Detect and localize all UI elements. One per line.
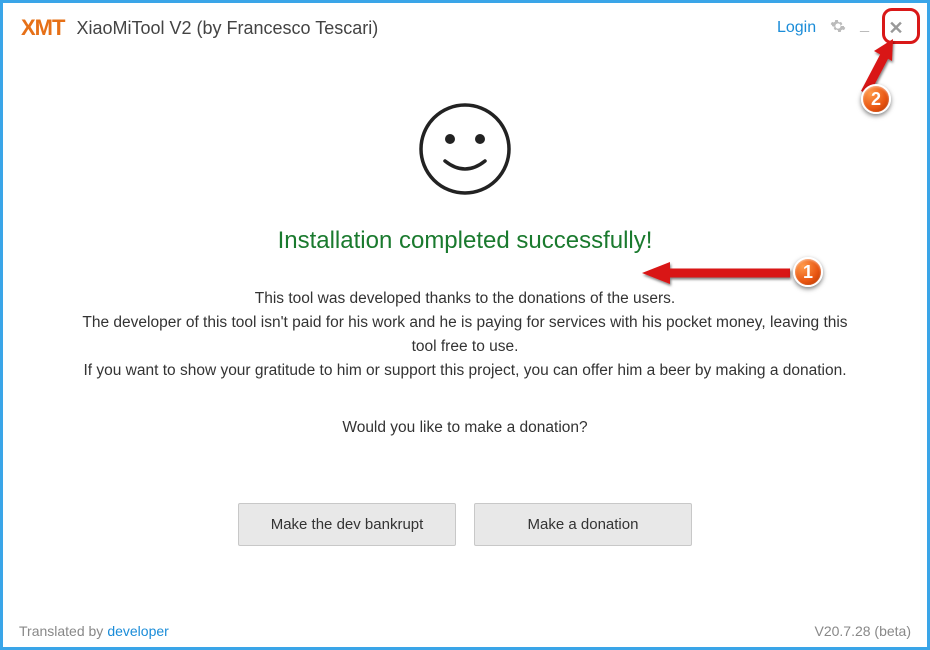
body-line-1: This tool was developed thanks to the do… [70,287,860,311]
app-title: XiaoMiTool V2 (by Francesco Tescari) [76,18,378,39]
titlebar-left: XMT XiaoMiTool V2 (by Francesco Tescari) [21,15,378,41]
gear-icon[interactable] [830,18,846,39]
donation-question: Would you like to make a donation? [342,419,587,437]
annotation-badge-1: 1 [793,257,823,287]
bankrupt-button[interactable]: Make the dev bankrupt [238,503,456,546]
body-line-3: If you want to show your gratitude to hi… [70,359,860,383]
smiley-icon [415,99,515,199]
app-window: XMT XiaoMiTool V2 (by Francesco Tescari)… [0,0,930,650]
success-message: Installation completed successfully! [278,227,653,255]
logo: XMT [21,15,64,41]
donate-button[interactable]: Make a donation [474,503,692,546]
body-line-2: The developer of this tool isn't paid fo… [70,311,860,359]
annotation-badge-2: 2 [861,84,891,114]
translator-link[interactable]: developer [107,623,169,639]
footer: Translated by developer V20.7.28 (beta) [3,617,927,647]
titlebar-right: Login _ ✕ [777,15,909,41]
body-text: This tool was developed thanks to the do… [70,287,860,383]
main-content: Installation completed successfully! Thi… [3,49,927,617]
button-row: Make the dev bankrupt Make a donation [238,503,692,546]
login-link[interactable]: Login [777,19,816,37]
titlebar: XMT XiaoMiTool V2 (by Francesco Tescari)… [3,3,927,49]
translated-by-label: Translated by [19,623,103,639]
version-label: V20.7.28 (beta) [814,623,911,639]
minimize-icon[interactable]: _ [860,16,869,40]
close-icon[interactable]: ✕ [883,15,909,41]
footer-left: Translated by developer [19,623,169,639]
